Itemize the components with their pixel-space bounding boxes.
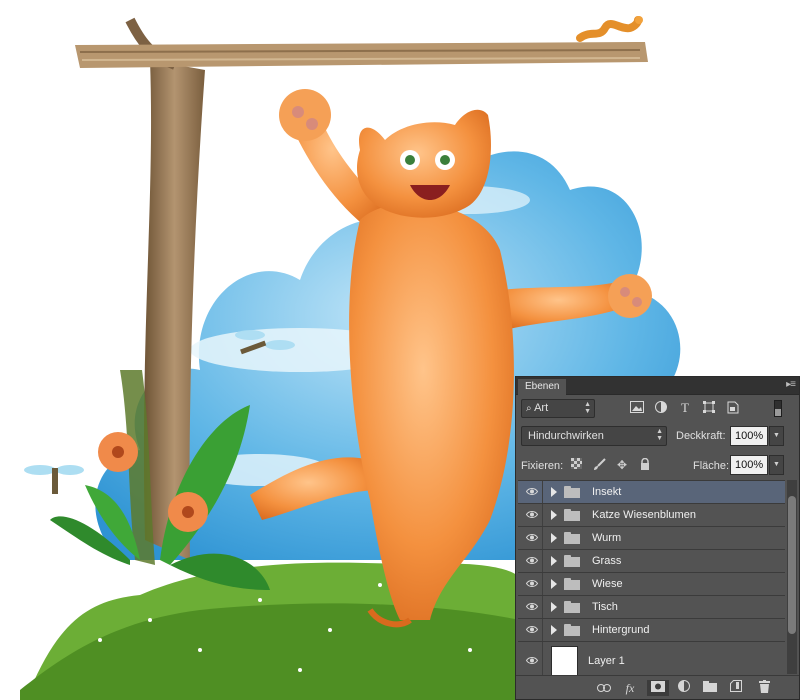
expand-triangle-icon[interactable]	[551, 602, 557, 612]
fill-dropdown-icon[interactable]: ▼	[769, 455, 784, 475]
filter-type-select[interactable]: ⌕ Art ▲ ▼	[521, 399, 595, 418]
fill-label: Fläche:	[693, 460, 730, 472]
expand-triangle-icon[interactable]	[551, 510, 557, 520]
select-arrows-icon: ▲ ▼	[584, 401, 591, 415]
lock-pixels-brush-icon[interactable]	[592, 458, 606, 472]
layer-row-grass[interactable]: Grass	[518, 550, 785, 573]
image-filter-icon[interactable]	[629, 401, 645, 415]
visibility-eye-icon[interactable]	[521, 481, 543, 503]
scrollbar-thumb[interactable]	[788, 496, 796, 634]
folder-icon	[564, 624, 580, 636]
folder-icon	[564, 555, 580, 567]
lock-row: Fixieren: ✥ Fläche: 100% ▼	[521, 455, 794, 477]
blend-mode-value: Hindurchwirken	[528, 430, 604, 442]
layer-name: Hintergrund	[592, 624, 650, 636]
lock-all-icon[interactable]	[638, 457, 652, 472]
folder-icon	[564, 578, 580, 590]
new-group-folder-icon[interactable]	[702, 680, 718, 696]
panel-tab-bar: Ebenen ▸≡	[516, 377, 799, 395]
visibility-eye-icon[interactable]	[521, 619, 543, 641]
opacity-label: Deckkraft:	[676, 430, 726, 442]
layer-row-katze-wiesenblumen[interactable]: Katze Wiesenblumen	[518, 504, 785, 527]
add-mask-icon[interactable]	[647, 680, 669, 696]
layer-name: Grass	[592, 555, 622, 567]
visibility-eye-icon[interactable]	[521, 596, 543, 618]
dragonfly-left	[24, 465, 84, 494]
lock-position-move-icon[interactable]: ✥	[615, 458, 629, 472]
expand-triangle-icon[interactable]	[551, 556, 557, 566]
layer-row-insekt[interactable]: Insekt	[518, 481, 785, 504]
filter-type-value: Art	[534, 402, 549, 414]
shape-filter-icon[interactable]	[701, 401, 717, 415]
layer-row-wiese[interactable]: Wiese	[518, 573, 785, 596]
expand-triangle-icon[interactable]	[551, 579, 557, 589]
expand-triangle-icon[interactable]	[551, 533, 557, 543]
worm	[576, 16, 643, 42]
filter-row: ⌕ Art ▲ ▼ T	[521, 399, 794, 419]
layer-thumbnail	[551, 646, 578, 676]
visibility-eye-icon[interactable]	[521, 573, 543, 595]
folder-icon	[564, 509, 580, 521]
lock-transparent-icon[interactable]	[569, 458, 583, 472]
select-arrows-icon: ▲ ▼	[656, 428, 663, 442]
expand-triangle-icon[interactable]	[551, 625, 557, 635]
folder-icon	[564, 532, 580, 544]
opacity-input[interactable]: 100%	[730, 426, 768, 446]
new-layer-icon[interactable]	[728, 680, 744, 696]
blend-mode-select[interactable]: Hindurchwirken ▲ ▼	[521, 426, 667, 446]
folder-icon	[564, 601, 580, 613]
adjustment-filter-icon[interactable]	[653, 401, 669, 415]
expand-triangle-icon[interactable]	[551, 487, 557, 497]
opacity-dropdown-icon[interactable]: ▼	[769, 426, 784, 446]
layer-list-scrollbar[interactable]	[787, 480, 797, 674]
panel-menu-icon[interactable]: ▸≡	[786, 380, 796, 390]
panel-footer: fx	[516, 675, 799, 699]
visibility-eye-icon[interactable]	[521, 527, 543, 549]
trash-delete-icon[interactable]	[756, 680, 772, 696]
lock-label: Fixieren:	[521, 460, 564, 472]
fx-effects-icon[interactable]: fx	[622, 680, 638, 696]
fill-input[interactable]: 100%	[730, 455, 768, 475]
search-icon: ⌕	[526, 403, 532, 414]
layer-name: Wurm	[592, 532, 622, 544]
layer-row-hintergrund[interactable]: Hintergrund	[518, 619, 785, 642]
layer-name: Insekt	[592, 486, 622, 498]
layer-name: Wiese	[592, 578, 623, 590]
visibility-eye-icon[interactable]	[521, 550, 543, 572]
layers-panel: Ebenen ▸≡ ⌕ Art ▲ ▼ T Hindurchwirken ▲ ▼ D…	[515, 376, 800, 700]
layer-name: Tisch	[592, 601, 618, 613]
smart-object-filter-icon[interactable]	[725, 401, 741, 415]
layer-name: Katze Wiesenblumen	[592, 509, 696, 521]
layer-row-wurm[interactable]: Wurm	[518, 527, 785, 550]
folder-icon	[564, 486, 580, 498]
layer-list: Insekt Katze Wiesenblumen Wurm Grass Wie…	[518, 480, 785, 682]
blend-row: Hindurchwirken ▲ ▼ Deckkraft: 100% ▼	[521, 426, 794, 448]
type-filter-icon[interactable]: T	[677, 401, 693, 415]
layer-row-tisch[interactable]: Tisch	[518, 596, 785, 619]
tab-ebenen[interactable]: Ebenen	[518, 379, 567, 395]
visibility-eye-icon[interactable]	[521, 504, 543, 526]
link-layers-icon[interactable]	[596, 680, 612, 696]
filter-toggle-switch[interactable]	[774, 400, 782, 417]
adjustment-layer-icon[interactable]	[676, 680, 692, 696]
